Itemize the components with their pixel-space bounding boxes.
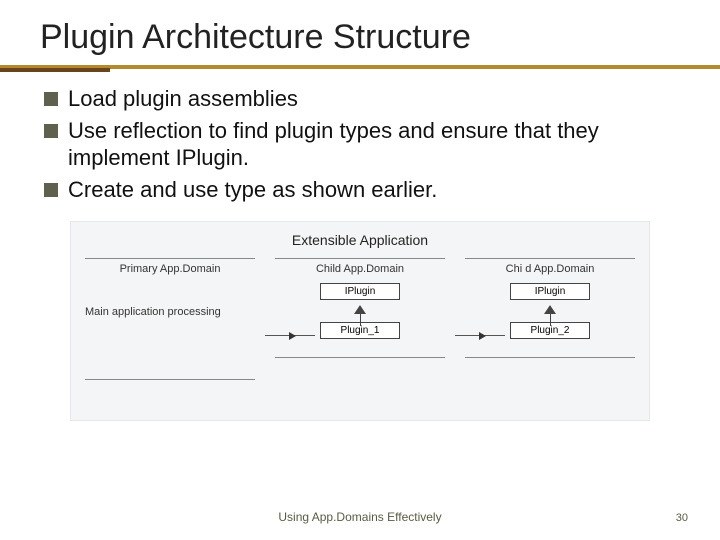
footer-text: Using App.Domains Effectively xyxy=(0,510,720,524)
inheritance-line xyxy=(360,312,361,326)
panel-label: Chi d App.Domain xyxy=(465,258,635,275)
panel-label: Primary App.Domain xyxy=(85,258,255,275)
bullet-text: Load plugin assemblies xyxy=(68,85,298,113)
inheritance-triangle-icon xyxy=(545,304,555,312)
panel-label: Child App.Domain xyxy=(275,258,445,275)
arrow-right-icon xyxy=(289,332,296,340)
child-appdomain-panel: Chi d App.Domain IPlugin Plugin_2 xyxy=(465,258,635,358)
architecture-diagram: Extensible Application Primary App.Domai… xyxy=(70,221,650,421)
bullet-item: Create and use type as shown earlier. xyxy=(44,176,680,204)
rule-accent xyxy=(0,68,110,72)
bullet-item: Use reflection to find plugin types and … xyxy=(44,117,680,172)
primary-text: Main application processing xyxy=(85,305,255,319)
inheritance-line xyxy=(550,312,551,326)
bullet-text: Use reflection to find plugin types and … xyxy=(68,117,680,172)
diagram-columns: Primary App.Domain Main application proc… xyxy=(85,258,635,408)
bullet-item: Load plugin assemblies xyxy=(44,85,680,113)
panel-bottom-rule xyxy=(275,357,445,358)
diagram-title: Extensible Application xyxy=(85,232,635,248)
slide: Plugin Architecture Structure Load plugi… xyxy=(0,0,720,540)
square-bullet-icon xyxy=(44,92,58,106)
inheritance-triangle-icon xyxy=(355,304,365,312)
bullet-list: Load plugin assemblies Use reflection to… xyxy=(40,85,680,203)
square-bullet-icon xyxy=(44,183,58,197)
title-rule xyxy=(0,65,720,71)
child-appdomain-panel: Child App.Domain IPlugin Plugin_1 xyxy=(275,258,445,358)
panel-bottom-rule xyxy=(85,379,255,380)
primary-appdomain-panel: Primary App.Domain Main application proc… xyxy=(85,258,255,380)
iplugin-box: IPlugin xyxy=(320,283,400,300)
square-bullet-icon xyxy=(44,124,58,138)
arrow-right-icon xyxy=(479,332,486,340)
page-number: 30 xyxy=(676,512,688,524)
slide-title: Plugin Architecture Structure xyxy=(40,18,680,57)
panel-bottom-rule xyxy=(465,357,635,358)
iplugin-box: IPlugin xyxy=(510,283,590,300)
bullet-text: Create and use type as shown earlier. xyxy=(68,176,437,204)
